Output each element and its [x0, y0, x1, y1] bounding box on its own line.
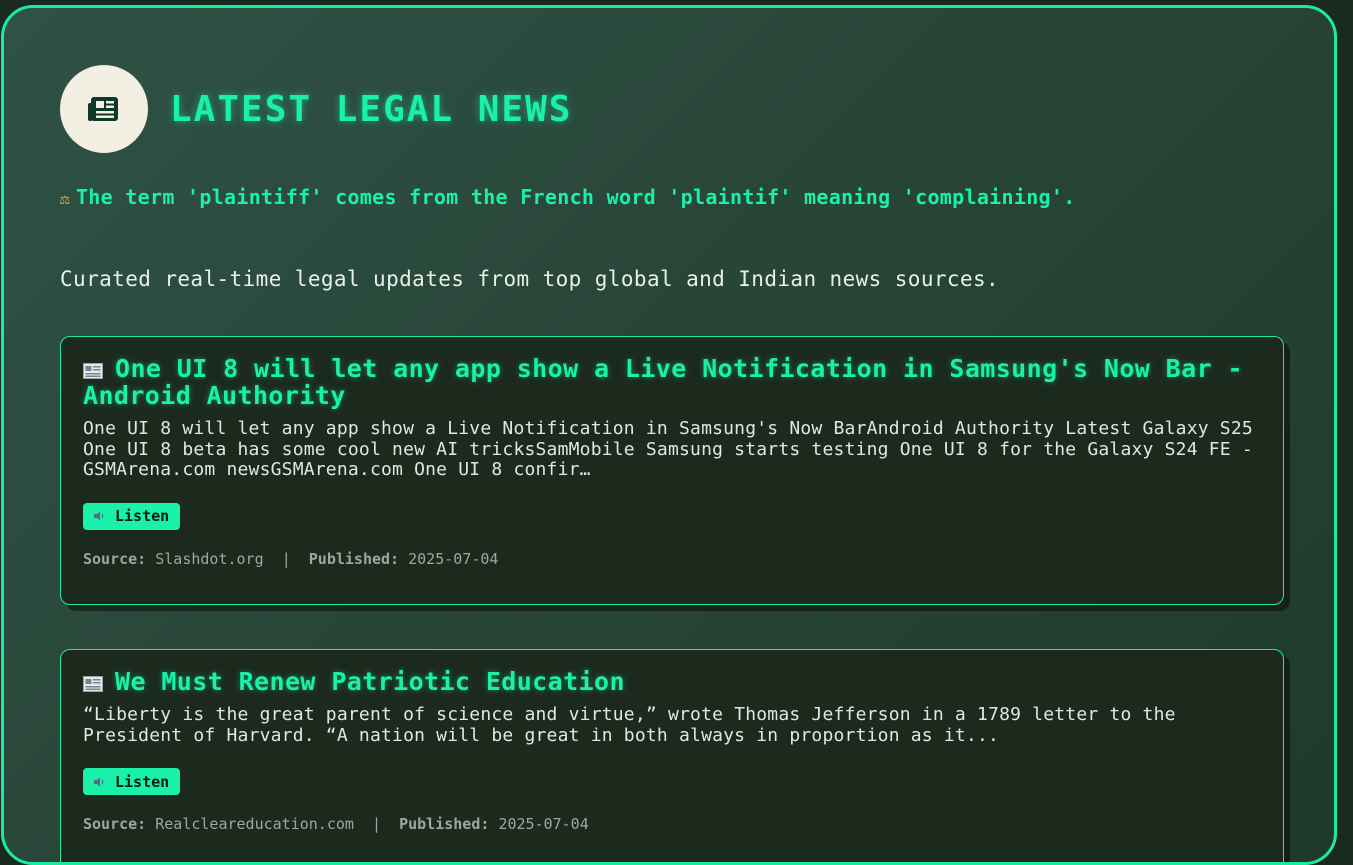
published-value: 2025-07-04: [408, 549, 499, 568]
listen-button[interactable]: Listen: [83, 502, 181, 530]
page-title: LATEST LEGAL NEWS: [170, 88, 573, 130]
page-subtitle: Curated real-time legal updates from top…: [60, 267, 1000, 291]
meta-separator: |: [281, 549, 291, 568]
news-card-title-text: We Must Renew Patriotic Education: [115, 667, 625, 696]
published-label: Published:: [399, 815, 490, 833]
source-label: Source:: [83, 815, 147, 833]
news-card: We Must Renew Patriotic Education “Liber…: [60, 649, 1284, 862]
listen-button-label: Listen: [115, 507, 170, 525]
page-header: LATEST LEGAL NEWS: [60, 65, 572, 153]
news-card-description: “Liberty is the great parent of science …: [83, 704, 1176, 746]
balance-scale-icon: ⚖: [60, 189, 70, 208]
news-card: One UI 8 will let any app show a Live No…: [60, 336, 1284, 605]
news-card-meta: Source: Realcleareducation.com | Publish…: [83, 815, 1261, 833]
news-card-title-text: One UI 8 will let any app show a Live No…: [83, 354, 1243, 410]
newspaper-icon: [88, 97, 118, 121]
main-panel: LATEST LEGAL NEWS ⚖ The term 'plaintiff' …: [1, 5, 1337, 865]
listen-button[interactable]: Listen: [83, 768, 181, 795]
source-label: Source:: [83, 549, 147, 568]
news-card-title[interactable]: We Must Renew Patriotic Education: [83, 668, 1261, 695]
legal-fact-text: The term 'plaintiff' comes from the Fren…: [75, 185, 1076, 209]
news-card-meta: Source: Slashdot.org | Published: 2025-0…: [83, 550, 1261, 568]
source-value: Slashdot.org: [155, 549, 264, 568]
published-value: 2025-07-04: [498, 815, 589, 833]
legal-fact: ⚖ The term 'plaintiff' comes from the Fre…: [60, 186, 1260, 210]
source-value: Realcleareducation.com: [155, 815, 354, 833]
speaker-icon: [94, 777, 104, 786]
news-card-description: One UI 8 will let any app show a Live No…: [83, 418, 1253, 480]
meta-separator: |: [372, 815, 382, 833]
published-label: Published:: [308, 549, 400, 568]
logo-badge: [60, 65, 148, 153]
listen-button-label: Listen: [115, 772, 170, 791]
newspaper-icon: [83, 363, 103, 379]
speaker-icon: [94, 511, 104, 521]
news-card-title[interactable]: One UI 8 will let any app show a Live No…: [83, 355, 1261, 409]
newspaper-icon: [83, 676, 103, 692]
